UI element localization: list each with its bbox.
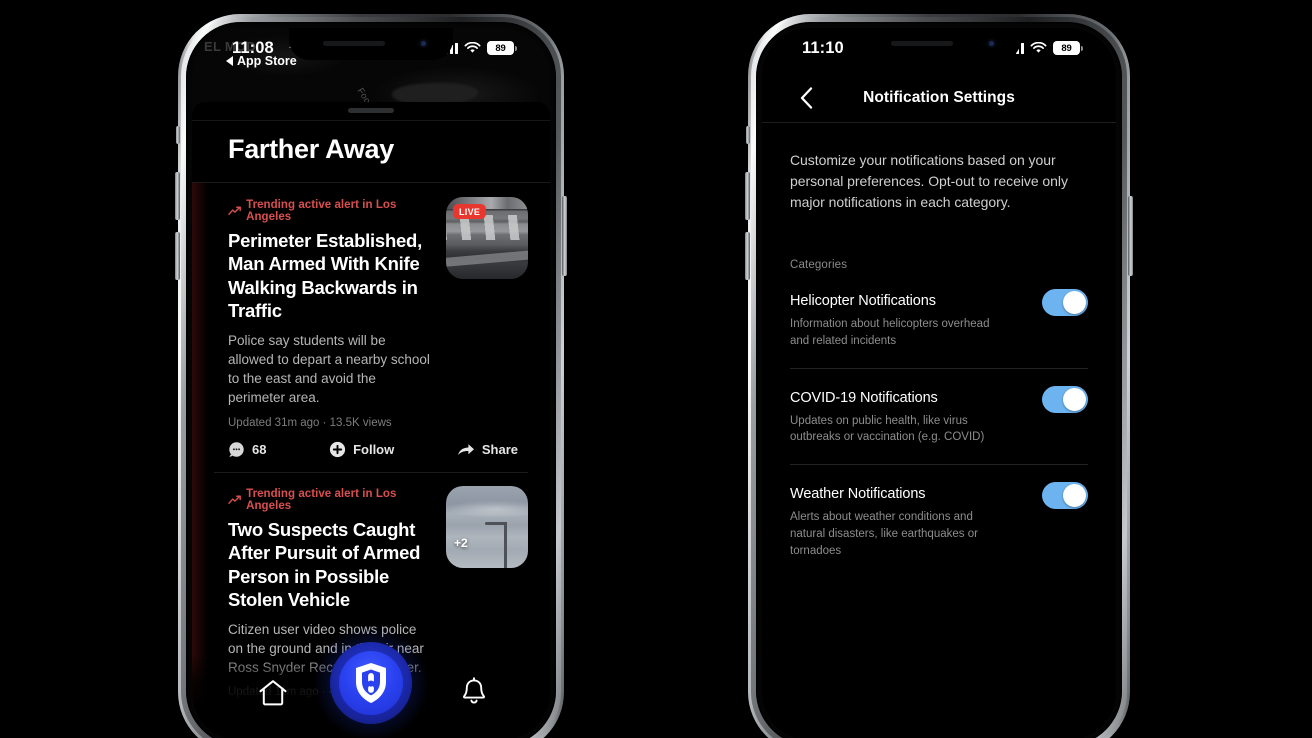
sheet-hairline (192, 120, 550, 121)
device-notch (857, 28, 1021, 60)
comment-icon (229, 441, 244, 457)
toggle-knob (1063, 484, 1086, 508)
card-tagline: Trending active alert in Los Angeles (228, 488, 432, 512)
battery-indicator: 89 (487, 41, 517, 55)
screenshot-stage: EL MOD Foothi 11:08 89 App Store Farther… (0, 0, 1312, 738)
card-title: Perimeter Established, Man Armed With Kn… (228, 230, 422, 322)
navbar-divider (762, 122, 1116, 123)
wifi-icon (1030, 42, 1047, 53)
card-thumbnail[interactable]: +2 (446, 485, 528, 568)
toggle-knob (1063, 387, 1086, 411)
live-badge: LIVE (453, 204, 487, 219)
silencer-switch[interactable] (176, 126, 180, 144)
page-title: Farther Away (228, 134, 394, 164)
card-meta: Updated 31m ago · 13.5K views (228, 416, 392, 429)
back-to-app-store-label: App Store (237, 54, 297, 68)
trending-up-icon (228, 206, 241, 215)
intro-text: Customize your notifications based on yo… (790, 152, 1068, 210)
share-arrow-icon (457, 443, 474, 455)
plus-circle-icon (329, 441, 346, 457)
setting-title: Weather Notifications (790, 486, 926, 503)
citizen-shield-icon (356, 663, 386, 703)
share-label: Share (481, 441, 518, 457)
fab-inner (339, 651, 403, 715)
weather-notifications-toggle[interactable] (1042, 482, 1088, 510)
thumbnail-clouds (446, 500, 528, 519)
extra-media-badge: +2 (454, 535, 468, 550)
setting-row-weather[interactable]: Weather Notifications Alerts about weath… (790, 464, 1088, 577)
bell-icon (462, 677, 486, 704)
feed-card[interactable]: Trending active alert in Los Angeles Per… (192, 183, 550, 472)
settings-content: Customize your notifications based on yo… (762, 122, 1116, 738)
back-to-app-store-link[interactable]: App Store (226, 54, 297, 68)
volume-up-button[interactable] (745, 172, 750, 220)
tab-home[interactable] (258, 679, 288, 712)
power-button[interactable] (562, 196, 567, 276)
follow-button[interactable]: Follow (329, 441, 394, 458)
front-camera (986, 38, 997, 49)
earpiece-speaker (891, 41, 953, 46)
phone-right-screen: 11:10 89 Notification Settings Customize… (762, 28, 1116, 738)
setting-description: Alerts about weather conditions and natu… (790, 511, 978, 557)
back-triangle-icon (226, 56, 233, 66)
setting-row-covid[interactable]: COVID-19 Notifications Updates on public… (790, 367, 1088, 465)
home-icon (259, 680, 287, 706)
comments-button[interactable]: 68 (228, 441, 266, 458)
setting-description: Information about helicopters overhead a… (790, 318, 990, 347)
setting-title: Helicopter Notifications (790, 293, 936, 309)
card-thumbnail[interactable]: LIVE (446, 197, 528, 279)
follow-label: Follow (353, 441, 395, 457)
card-actions: 68 Follow Share (228, 441, 528, 472)
setting-description: Updates on public health, like virus out… (790, 414, 985, 444)
power-button[interactable] (1128, 196, 1133, 276)
card-tagline: Trending active alert in Los Angeles (228, 199, 432, 223)
card-tagline-label: Trending active alert in Los Angeles (246, 199, 397, 223)
setting-row-helicopter[interactable]: Helicopter Notifications Information abo… (790, 271, 1088, 368)
volume-up-button[interactable] (175, 172, 180, 220)
status-time: 11:10 (802, 39, 844, 57)
toggle-knob (1063, 291, 1086, 314)
card-tagline-label: Trending active alert in Los Angeles (246, 487, 397, 512)
thumbnail-lamp-pole (503, 522, 507, 568)
card-title: Two Suspects Caught After Pursuit of Arm… (228, 518, 421, 611)
earpiece-speaker (323, 41, 385, 46)
volume-down-button[interactable] (175, 232, 180, 280)
phone-right-notification-settings: 11:10 89 Notification Settings Customize… (745, 14, 1133, 738)
page-title: Notification Settings (863, 89, 1015, 106)
helicopter-notifications-toggle[interactable] (1042, 289, 1088, 316)
covid-notifications-toggle[interactable] (1042, 385, 1088, 413)
bottom-tab-bar (192, 626, 550, 738)
wifi-icon (464, 42, 481, 53)
volume-down-button[interactable] (745, 232, 750, 280)
trending-up-icon (228, 495, 241, 504)
categories-section-label: Categories (790, 259, 848, 271)
tab-notifications[interactable] (460, 677, 488, 712)
silencer-switch[interactable] (746, 126, 750, 144)
battery-indicator: 89 (1053, 41, 1083, 55)
card-description: Police say students will be allowed to d… (228, 332, 430, 406)
phone-left-citizen-feed: EL MOD Foothi 11:08 89 App Store Farther… (175, 14, 567, 738)
phone-left-screen: EL MOD Foothi 11:08 89 App Store Farther… (192, 28, 550, 738)
share-button[interactable]: Share (457, 442, 518, 457)
sheet-grabber[interactable] (348, 108, 394, 113)
front-camera (418, 38, 429, 49)
comments-count: 68 (252, 441, 267, 457)
thumbnail-curb (446, 249, 528, 267)
setting-title: COVID-19 Notifications (790, 389, 938, 406)
citizen-main-button[interactable] (314, 626, 428, 738)
navigation-bar: Notification Settings (762, 76, 1116, 123)
device-notch (289, 28, 453, 60)
